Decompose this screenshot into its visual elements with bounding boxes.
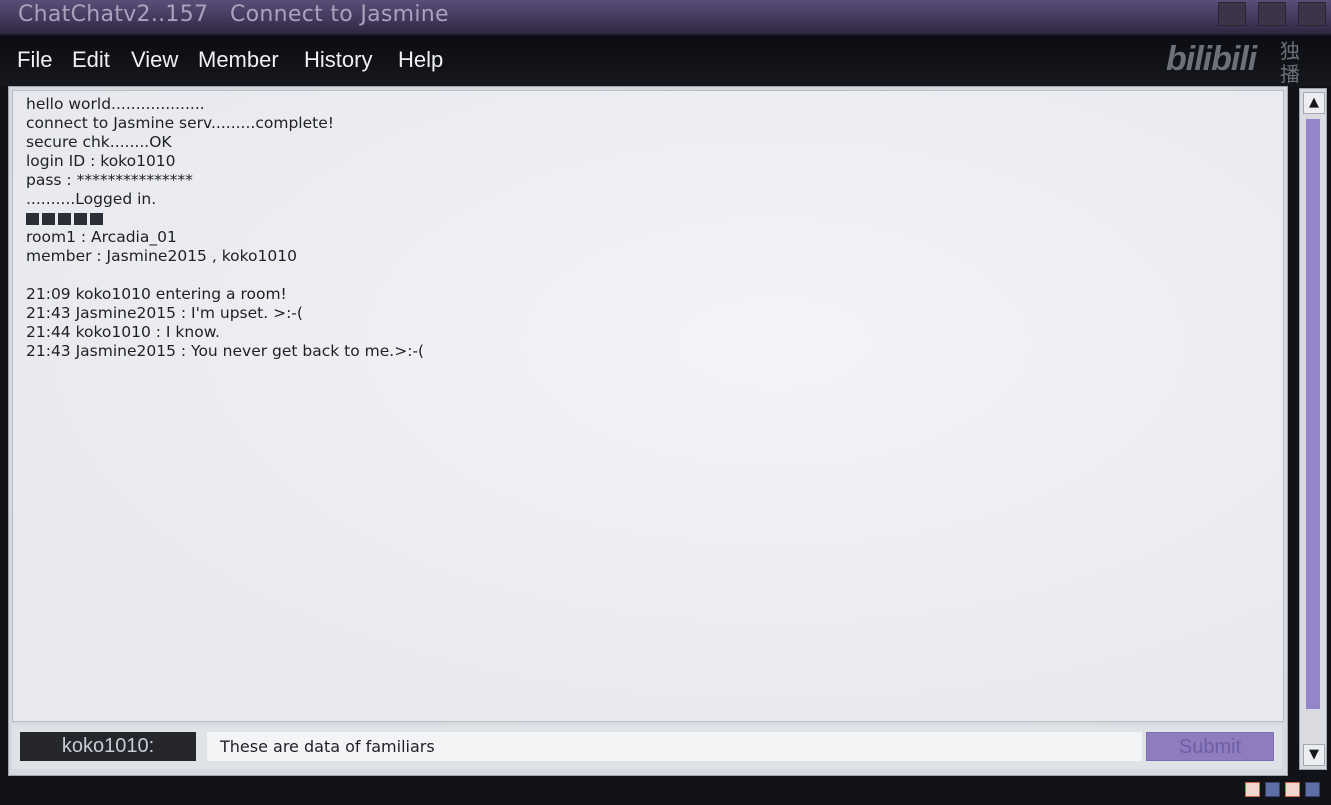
log-line: secure chk........OK <box>26 133 172 151</box>
up-arrow-icon[interactable]: ▲ <box>1303 92 1325 114</box>
progress-block <box>74 212 87 225</box>
menu-view[interactable]: View <box>131 46 178 74</box>
chat-scrollbar[interactable]: ▲ ▼ <box>1299 88 1327 770</box>
chat-log: hello world................... connect t… <box>12 90 1284 722</box>
progress-blocks <box>26 209 424 228</box>
progress-block <box>90 212 103 225</box>
watermark-tag: 独播 <box>1280 39 1300 86</box>
tray-window-icon[interactable] <box>1265 782 1280 797</box>
log-line: login ID : koko1010 <box>26 152 176 170</box>
progress-block <box>42 212 55 225</box>
log-line: hello world................... <box>26 95 205 113</box>
menu-history[interactable]: History <box>304 46 372 74</box>
tray-window-icon[interactable] <box>1305 782 1320 797</box>
bilibili-watermark-logo: bilibili <box>1166 40 1257 78</box>
title-bar: ChatChatv2..157 Connect to Jasmine <box>0 0 1331 36</box>
menu-bar: File Edit View Member History Help <box>0 36 1331 86</box>
log-line: member : Jasmine2015 , koko1010 <box>26 247 297 265</box>
menu-edit[interactable]: Edit <box>72 46 110 74</box>
app-title: ChatChatv2..157 <box>18 2 209 27</box>
tray-window-icon[interactable] <box>1285 782 1300 797</box>
menu-help[interactable]: Help <box>398 46 443 74</box>
submit-button[interactable]: Submit <box>1146 732 1274 761</box>
message-input[interactable] <box>207 732 1142 761</box>
log-line: 21:43 Jasmine2015 : I'm upset. >:-( <box>26 304 303 322</box>
log-line: pass : *************** <box>26 171 193 189</box>
menu-file[interactable]: File <box>17 46 52 74</box>
log-line: 21:44 koko1010 : I know. <box>26 323 220 341</box>
maximize-button[interactable] <box>1258 2 1286 26</box>
tray-window-icon[interactable] <box>1245 782 1260 797</box>
chat-window: hello world................... connect t… <box>8 86 1288 776</box>
log-line: ..........Logged in. <box>26 190 157 208</box>
scroll-thumb[interactable] <box>1306 119 1320 709</box>
close-button[interactable] <box>1298 2 1326 26</box>
down-arrow-icon[interactable]: ▼ <box>1303 744 1325 766</box>
minimize-button[interactable] <box>1218 2 1246 26</box>
log-line: connect to Jasmine serv.........complete… <box>26 114 334 132</box>
progress-block <box>58 212 71 225</box>
connection-title: Connect to Jasmine <box>230 2 449 27</box>
progress-block <box>26 212 39 225</box>
message-input-row: koko1010: Submit <box>12 725 1282 769</box>
chat-log-lines: hello world................... connect t… <box>26 95 424 361</box>
log-line: 21:09 koko1010 entering a room! <box>26 285 287 303</box>
nickname-label: koko1010: <box>20 732 196 761</box>
log-line: room1 : Arcadia_01 <box>26 228 177 246</box>
menu-member[interactable]: Member <box>198 46 279 74</box>
log-line: 21:43 Jasmine2015 : You never get back t… <box>26 342 425 360</box>
